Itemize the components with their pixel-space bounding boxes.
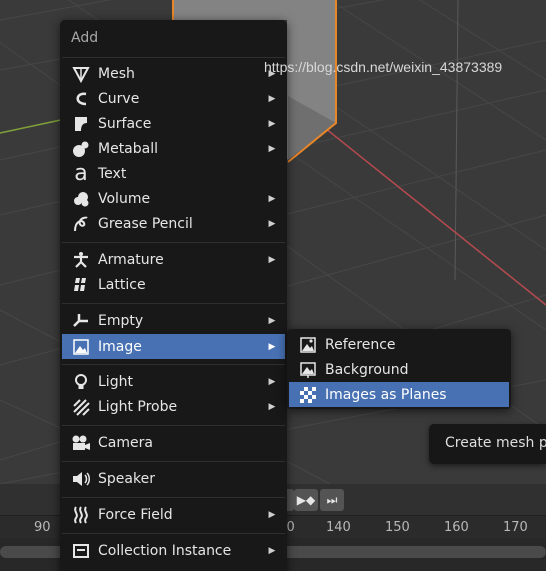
menu-item-metaball[interactable]: Metaball ▶ [62,136,285,161]
menu-item-grease-pencil[interactable]: Grease Pencil ▶ [62,211,285,236]
volume-icon [70,188,92,210]
lattice-icon [70,274,92,296]
mesh-icon [70,63,92,85]
menu-separator [62,303,285,304]
menu-item-lattice[interactable]: Lattice [62,272,285,297]
add-menu: Add Mesh ▶ Curve ▶ Surface ▶ Metaball ▶ … [60,20,287,571]
menu-item-collection-instance[interactable]: Collection Instance ▶ [62,538,285,563]
submenu-arrow-icon: ▶ [268,218,276,229]
speaker-icon [70,468,92,490]
menu-item-camera[interactable]: Camera [62,430,285,455]
submenu-arrow-icon: ▶ [268,143,276,154]
curve-icon [70,88,92,110]
menu-item-label: Grease Pencil [98,215,193,232]
menu-item-force-field[interactable]: Force Field ▶ [62,502,285,527]
menu-item-mesh[interactable]: Mesh ▶ [62,61,285,86]
submenu-arrow-icon: ▶ [268,93,276,104]
menu-separator [62,57,285,58]
tooltip: Create mesh pla [429,424,546,464]
images-as-planes-icon [297,384,319,406]
menu-item-curve[interactable]: Curve ▶ [62,86,285,111]
menu-item-volume[interactable]: Volume ▶ [62,186,285,211]
submenu-arrow-icon: ▶ [268,193,276,204]
metaball-icon [70,138,92,160]
menu-item-label: Background [325,361,409,378]
menu-item-label: Force Field [98,506,173,523]
frame-number: 160 [444,520,469,535]
menu-separator [62,497,285,498]
image-reference-icon [297,334,319,356]
light-probe-icon [70,396,92,418]
submenu-item-background[interactable]: Background [289,357,509,382]
frame-number: 140 [326,520,351,535]
menu-item-label: Speaker [98,470,155,487]
menu-item-label: Camera [98,434,153,451]
menu-separator [62,461,285,462]
menu-item-light[interactable]: Light ▶ [62,369,285,394]
menu-item-text[interactable]: a Text [62,161,285,186]
frame-number: 170 [503,520,528,535]
submenu-arrow-icon: ▶ [268,341,276,352]
image-submenu: Reference Background Images as Planes [287,329,511,409]
menu-item-image[interactable]: Image ▶ [62,334,285,359]
submenu-arrow-icon: ▶ [268,401,276,412]
menu-item-label: Images as Planes [325,386,447,403]
menu-title: Add [71,30,99,46]
tooltip-text: Create mesh pla [445,435,546,451]
submenu-item-images-as-planes[interactable]: Images as Planes [289,382,509,407]
menu-item-label: Volume [98,190,151,207]
menu-separator [62,242,285,243]
grease-pencil-icon [70,213,92,235]
menu-item-label: Light Probe [98,398,178,415]
menu-item-label: Light [98,373,133,390]
submenu-arrow-icon: ▶ [268,315,276,326]
menu-item-label: Empty [98,312,144,329]
collection-instance-icon [70,540,92,562]
menu-item-label: Text [98,165,127,182]
menu-separator [62,364,285,365]
menu-item-empty[interactable]: Empty ▶ [62,308,285,333]
empty-icon [70,310,92,332]
submenu-arrow-icon: ▶ [268,376,276,387]
menu-item-label: Reference [325,336,396,353]
armature-icon [70,249,92,271]
submenu-arrow-icon: ▶ [268,509,276,520]
jump-keyframe-forward-button[interactable]: ▶◆ [294,489,318,511]
submenu-arrow-icon: ▶ [268,118,276,129]
menu-item-light-probe[interactable]: Light Probe ▶ [62,394,285,419]
menu-item-label: Mesh [98,65,135,82]
image-background-icon [297,359,319,381]
frame-number: 150 [385,520,410,535]
camera-icon [70,432,92,454]
menu-item-label: Armature [98,251,164,268]
menu-item-label: Image [98,338,142,355]
menu-item-label: Lattice [98,276,146,293]
text-icon: a [74,160,88,186]
light-icon [70,371,92,393]
submenu-arrow-icon: ▶ [268,254,276,265]
surface-icon [70,113,92,135]
jump-end-button[interactable]: ⏭ [320,489,344,511]
submenu-item-reference[interactable]: Reference [289,332,509,357]
menu-separator [62,425,285,426]
menu-item-armature[interactable]: Armature ▶ [62,247,285,272]
menu-item-label: Curve [98,90,140,107]
menu-separator [62,533,285,534]
force-field-icon [70,504,92,526]
image-icon [70,336,92,358]
menu-item-label: Surface [98,115,152,132]
watermark: https://blog.csdn.net/weixin_43873389 [264,59,503,75]
menu-item-speaker[interactable]: Speaker [62,466,285,491]
submenu-arrow-icon: ▶ [268,545,276,556]
frame-number: 90 [34,520,51,535]
menu-item-label: Metaball [98,140,159,157]
menu-item-surface[interactable]: Surface ▶ [62,111,285,136]
menu-item-label: Collection Instance [98,542,232,559]
